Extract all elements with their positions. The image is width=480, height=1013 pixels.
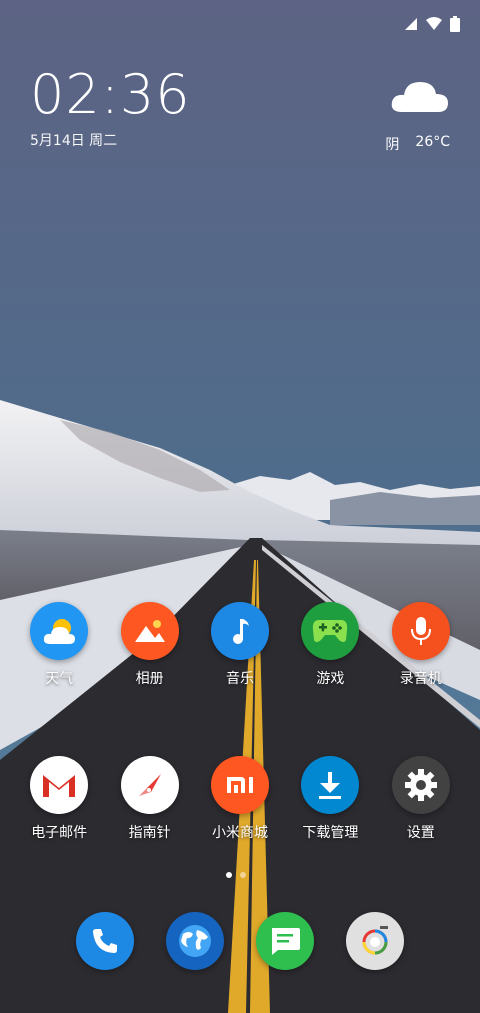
app-label: 录音机: [399, 671, 442, 687]
app-label: 天气: [45, 671, 74, 687]
app-downloads[interactable]: 下载管理: [287, 756, 373, 842]
app-label: 游戏: [316, 671, 345, 687]
app-label: 电子邮件: [31, 825, 88, 841]
camera-icon[interactable]: [346, 912, 404, 970]
settings-icon: [391, 756, 450, 814]
app-games[interactable]: 游戏: [287, 602, 373, 688]
app-mi-store[interactable]: 小米商城: [197, 756, 283, 842]
mi-store-icon: [210, 756, 269, 814]
app-recorder[interactable]: 录音机: [378, 602, 464, 688]
weather-icon: [30, 602, 89, 660]
weather-condition: 阴: [385, 137, 400, 153]
page-dot: [240, 872, 246, 878]
app-compass[interactable]: 指南针: [107, 756, 193, 842]
app-email[interactable]: 电子邮件: [16, 756, 102, 842]
app-label: 设置: [406, 825, 435, 841]
browser-icon[interactable]: [166, 912, 224, 970]
wifi-icon: [426, 17, 442, 30]
battery-icon: [450, 16, 460, 32]
status-bar: [404, 16, 460, 32]
app-label: 指南针: [128, 825, 171, 841]
app-music[interactable]: 音乐: [197, 602, 283, 688]
app-label: 下载管理: [302, 825, 359, 841]
page-dot-active: [226, 872, 232, 878]
clock-date: 5月14日 周二: [30, 133, 118, 149]
clock-time: 02:36: [30, 63, 191, 126]
recorder-icon: [391, 602, 450, 660]
clock-widget[interactable]: 02:36 5月14日 周二: [30, 68, 191, 150]
app-label: 音乐: [225, 671, 254, 687]
app-label: 小米商城: [211, 825, 268, 841]
app-settings[interactable]: 设置: [378, 756, 464, 842]
game-icon: [301, 602, 360, 660]
mail-icon: [30, 756, 89, 814]
weather-temperature: 26°C: [415, 134, 450, 150]
app-weather[interactable]: 天气: [16, 602, 102, 688]
page-indicator[interactable]: [226, 872, 246, 878]
cloud-icon: [391, 82, 448, 112]
signal-icon: [405, 18, 417, 30]
music-icon: [210, 602, 269, 660]
app-label: 相册: [135, 671, 164, 687]
messages-icon[interactable]: [256, 912, 314, 970]
phone-icon[interactable]: [76, 912, 134, 970]
dock: [0, 912, 480, 970]
compass-icon: [120, 756, 179, 814]
weather-widget[interactable]: 阴 26°C: [385, 72, 450, 154]
gallery-icon: [120, 602, 179, 660]
app-grid: 天气 相册 音乐 游戏 录音机 电子邮件 指南针 小米商城 下载管理 设置: [0, 602, 480, 842]
download-icon: [301, 756, 360, 814]
app-gallery[interactable]: 相册: [107, 602, 193, 688]
